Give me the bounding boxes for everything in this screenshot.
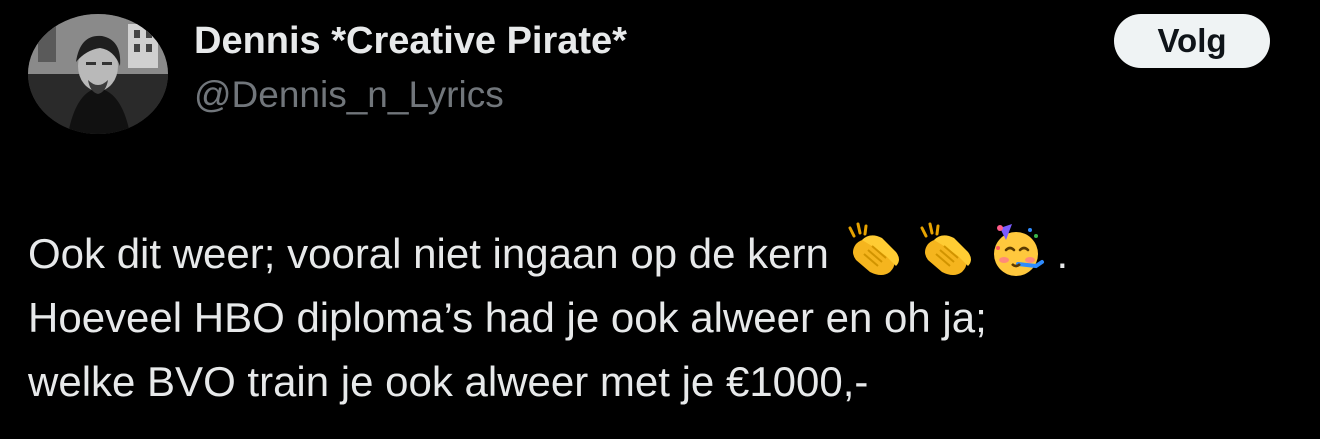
tweet-line-2: Hoeveel HBO diploma’s had je ook alweer … — [28, 294, 987, 341]
tweet-line-1: Ook dit weer; vooral niet ingaan op de k… — [28, 222, 1298, 286]
author-display-name[interactable]: Dennis *Creative Pirate* — [194, 18, 627, 64]
tweet-line-1-end: . — [1056, 230, 1069, 277]
clapping-hands-icon — [842, 222, 906, 278]
tweet-line-1-text: Ook dit weer; vooral niet ingaan op de k… — [28, 230, 829, 277]
avatar[interactable] — [28, 14, 168, 134]
avatar-image — [28, 14, 168, 134]
tweet-line-3: welke BVO train je ook alweer met je €10… — [28, 358, 869, 405]
author-handle[interactable]: @Dennis_n_Lyrics — [194, 72, 627, 118]
partying-face-icon — [986, 222, 1050, 278]
follow-button[interactable]: Volg — [1114, 14, 1270, 68]
tweet-text: Ook dit weer; vooral niet ingaan op de k… — [28, 222, 1298, 414]
tweet-header: Dennis *Creative Pirate* @Dennis_n_Lyric… — [28, 14, 1292, 134]
author-info: Dennis *Creative Pirate* @Dennis_n_Lyric… — [194, 18, 627, 118]
clapping-hands-icon — [914, 222, 978, 278]
